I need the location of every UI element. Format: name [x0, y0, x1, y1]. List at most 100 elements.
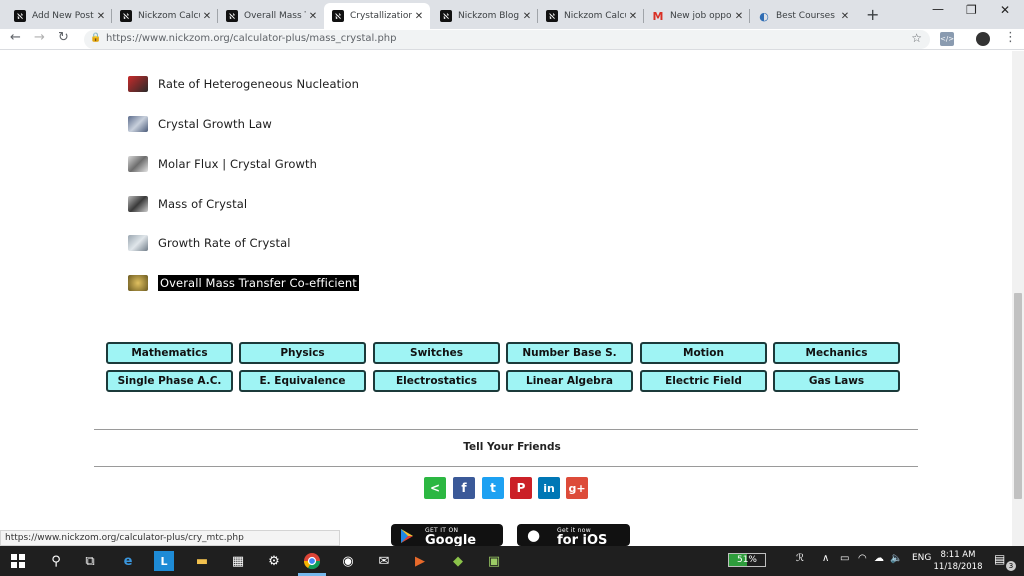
tab-title: Best Courses	[776, 11, 835, 21]
search-icon[interactable]: ⚲	[46, 551, 66, 571]
restore-icon[interactable]: ❐	[966, 3, 977, 17]
battery-icon[interactable]: ▭	[840, 553, 849, 564]
category-button-e-equivalence[interactable]: E. Equivalence	[239, 370, 366, 392]
url-text[interactable]: https://www.nickzom.org/calculator-plus/…	[106, 33, 396, 44]
close-icon[interactable]: ✕	[94, 11, 108, 22]
tab-title: Add New Post	[32, 11, 94, 21]
calculator-icon[interactable]: ▦	[228, 551, 248, 571]
browser-toolbar: ← → ↻ 🔒 https://www.nickzom.org/calculat…	[0, 29, 1024, 50]
share-generic-button[interactable]: <	[424, 477, 446, 499]
battery-meter[interactable]: 51%	[728, 553, 766, 567]
extension-icon[interactable]: </>	[940, 32, 954, 46]
media-player-icon[interactable]: ▶	[410, 551, 430, 571]
people-icon[interactable]: ℛ	[796, 553, 804, 564]
chrome-icon[interactable]	[302, 551, 322, 571]
new-tab-button[interactable]: +	[866, 5, 879, 24]
close-icon[interactable]: ✕	[200, 11, 214, 22]
close-icon[interactable]: ✕	[626, 11, 640, 22]
tab-add-new-post[interactable]: ℵ Add New Post ✕	[6, 3, 112, 29]
close-icon[interactable]: ✕	[838, 11, 852, 22]
notification-count-badge: 3	[1006, 561, 1016, 571]
close-icon[interactable]: ✕	[306, 11, 320, 22]
clock-time: 8:11 AM	[940, 550, 976, 560]
link-growth-rate-of-crystal[interactable]: Growth Rate of Crystal	[128, 233, 291, 253]
task-view-icon[interactable]: ⧉	[80, 551, 100, 571]
ios-badge[interactable]: ● Get it now for iOS	[517, 524, 630, 546]
clock[interactable]: 8:11 AM 11/18/2018	[930, 549, 986, 573]
tab-nickzom-calc-1[interactable]: ℵ Nickzom Calcu ✕	[112, 3, 218, 29]
nickzom-favicon-icon: ℵ	[440, 10, 452, 22]
link-label: Overall Mass Transfer Co-efficient	[158, 275, 359, 291]
avatar[interactable]	[976, 32, 990, 46]
tab-best-courses[interactable]: ◐ Best Courses ✕	[750, 3, 856, 29]
media-icon[interactable]: ◉	[338, 551, 358, 571]
share-twitter-button[interactable]: t	[482, 477, 504, 499]
category-button-physics[interactable]: Physics	[239, 342, 366, 364]
minimize-icon[interactable]: —	[932, 2, 944, 16]
link-label: Crystal Growth Law	[158, 117, 272, 131]
chevron-up-icon[interactable]: ∧	[822, 553, 829, 564]
windows-taskbar: ⚲ ⧉ e L ▬ ▦ ⚙ ◉ ✉ ▶ ◆ ▣ 51% ℛ ∧ ▭ ◠ ☁ 🔈 …	[0, 546, 1024, 576]
category-button-single-phase-ac[interactable]: Single Phase A.C.	[106, 370, 233, 392]
tab-title: Nickzom Calcu	[564, 11, 626, 21]
menu-kebab-icon[interactable]: ⋮	[1004, 30, 1017, 45]
edge-icon[interactable]: e	[118, 551, 138, 571]
link-molar-flux[interactable]: Molar Flux | Crystal Growth	[128, 154, 317, 174]
android-studio-icon[interactable]: ◆	[448, 551, 468, 571]
share-pinterest-button[interactable]: P	[510, 477, 532, 499]
address-bar[interactable]: 🔒 https://www.nickzom.org/calculator-plu…	[84, 30, 930, 49]
scrollbar-thumb[interactable]	[1014, 293, 1022, 499]
app-l-icon[interactable]: L	[154, 551, 174, 571]
settings-gear-icon[interactable]: ⚙	[264, 551, 284, 571]
volume-icon[interactable]: 🔈	[890, 553, 902, 564]
close-icon[interactable]: ✕	[520, 11, 534, 22]
close-icon[interactable]: ✕	[732, 11, 746, 22]
category-button-electrostatics[interactable]: Electrostatics	[373, 370, 500, 392]
tab-nickzom-calc-2[interactable]: ℵ Nickzom Calcu ✕	[538, 3, 644, 29]
close-icon[interactable]: ✕	[412, 11, 426, 22]
google-play-big-text: Google Play	[425, 533, 477, 546]
lock-icon: 🔒	[90, 33, 102, 43]
wifi-icon[interactable]: ◠	[858, 553, 867, 564]
page-scrollbar[interactable]	[1012, 51, 1024, 546]
windows-start-icon[interactable]	[8, 551, 28, 571]
bookmark-star-icon[interactable]: ☆	[911, 31, 922, 45]
gmail-icon: M	[652, 9, 664, 23]
mail-icon[interactable]: ✉	[374, 551, 394, 571]
reload-icon[interactable]: ↻	[58, 30, 69, 45]
tab-overall-mass[interactable]: ℵ Overall Mass T ✕	[218, 3, 324, 29]
clock-date: 11/18/2018	[933, 562, 983, 572]
category-button-electric-field[interactable]: Electric Field	[640, 370, 767, 392]
category-button-gas-laws[interactable]: Gas Laws	[773, 370, 900, 392]
nucleation-thumbnail-icon	[128, 76, 148, 92]
google-play-badge[interactable]: GET IT ON Google Play	[391, 524, 503, 546]
notification-center-icon[interactable]: ▤	[994, 552, 1005, 566]
category-button-linear-algebra[interactable]: Linear Algebra	[506, 370, 633, 392]
link-overall-mass-transfer[interactable]: Overall Mass Transfer Co-efficient	[128, 273, 359, 293]
share-linkedin-button[interactable]: in	[538, 477, 560, 499]
share-googleplus-button[interactable]: g+	[566, 477, 588, 499]
category-button-motion[interactable]: Motion	[640, 342, 767, 364]
link-mass-of-crystal[interactable]: Mass of Crystal	[128, 194, 247, 214]
tab-gmail[interactable]: M New job oppo ✕	[644, 3, 750, 29]
language-indicator[interactable]: ENG	[912, 553, 931, 563]
image-editor-icon[interactable]: ▣	[484, 551, 504, 571]
file-explorer-icon[interactable]: ▬	[192, 551, 212, 571]
network-icon[interactable]: ☁	[874, 553, 884, 564]
tab-title: New job oppo	[670, 11, 732, 21]
category-button-mathematics[interactable]: Mathematics	[106, 342, 233, 364]
window-close-icon[interactable]: ✕	[1000, 3, 1010, 17]
link-label: Mass of Crystal	[158, 197, 248, 211]
link-crystal-growth-law[interactable]: Crystal Growth Law	[128, 114, 272, 134]
battery-percent: 51%	[736, 555, 757, 565]
divider	[94, 466, 918, 467]
back-arrow-icon[interactable]: ←	[10, 30, 21, 45]
category-button-mechanics[interactable]: Mechanics	[773, 342, 900, 364]
tab-nickzom-blog[interactable]: ℵ Nickzom Blog ✕	[432, 3, 538, 29]
tab-crystallization[interactable]: ℵ Crystallization ✕	[324, 3, 430, 29]
link-rate-heterogeneous-nucleation[interactable]: Rate of Heterogeneous Nucleation	[128, 74, 359, 94]
category-button-switches[interactable]: Switches	[373, 342, 500, 364]
forward-arrow-icon[interactable]: →	[34, 30, 45, 45]
share-facebook-button[interactable]: f	[453, 477, 475, 499]
category-button-number-base[interactable]: Number Base S.	[506, 342, 633, 364]
